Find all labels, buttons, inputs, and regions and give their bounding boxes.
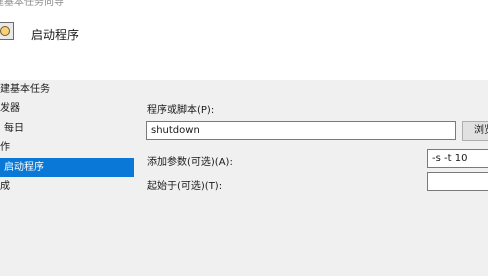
step-trigger[interactable]: 发器 [0,99,130,118]
clock-icon [0,22,14,40]
program-label: 程序或脚本(P): [147,105,215,116]
window-title: 建基本任务向导 [0,0,64,8]
wizard-body: 建基本任务 发器 每日 作 启动程序 成 程序或脚本(P): shutdown … [0,80,488,276]
program-input[interactable]: shutdown [146,121,456,140]
page-title: 启动程序 [31,28,80,42]
step-action[interactable]: 作 [0,138,130,157]
wizard-steps-list: 建基本任务 发器 每日 作 启动程序 成 [0,80,134,276]
browse-button[interactable]: 浏览(R)... [462,121,488,141]
arguments-label: 添加参数(可选)(A): [147,157,233,168]
step-create-basic-task[interactable]: 建基本任务 [0,80,130,99]
start-in-input[interactable] [427,172,488,191]
step-finish[interactable]: 成 [0,177,130,196]
step-start-program[interactable]: 启动程序 [0,158,134,177]
step-daily[interactable]: 每日 [0,119,134,138]
arguments-input[interactable]: -s -t 10 [427,149,488,168]
start-in-label: 起始于(可选)(T): [147,181,223,192]
